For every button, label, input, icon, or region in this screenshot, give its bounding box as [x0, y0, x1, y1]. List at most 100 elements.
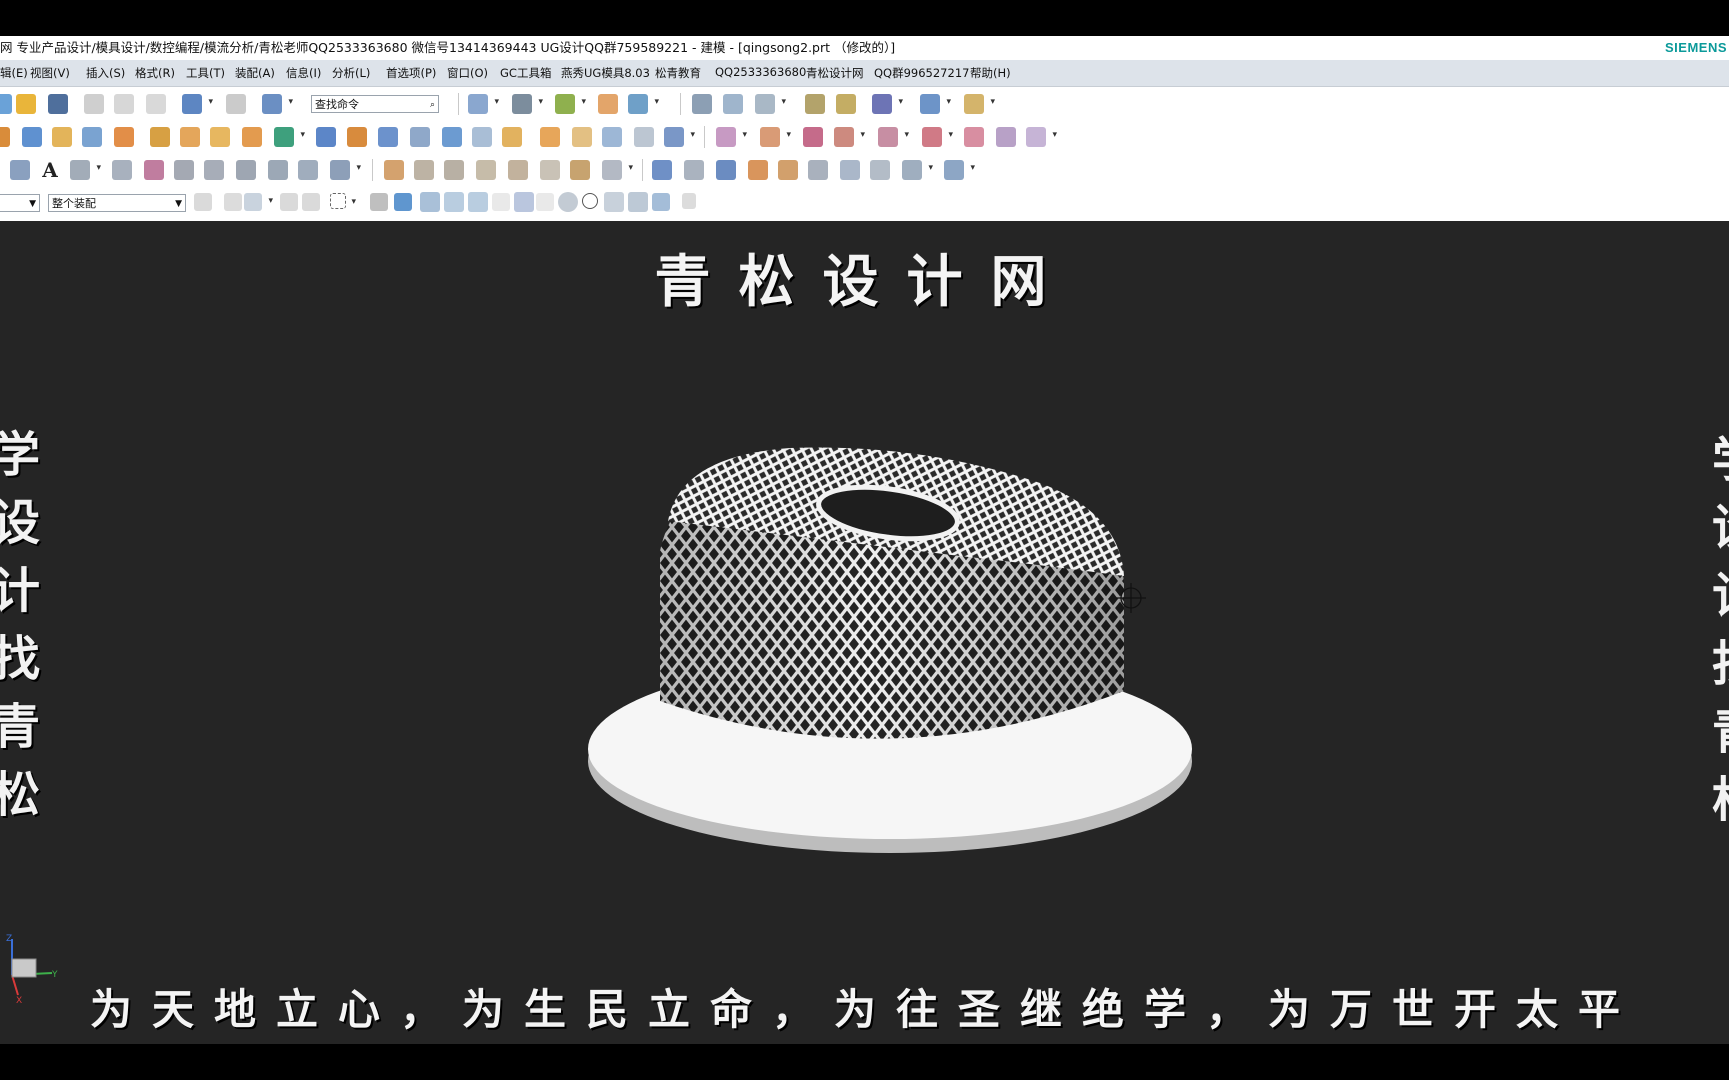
- copy-face-icon[interactable]: [1026, 127, 1057, 147]
- replace-face-icon[interactable]: [834, 127, 865, 147]
- book-icon[interactable]: [316, 127, 336, 147]
- list-icon[interactable]: [682, 193, 696, 209]
- copy-icon[interactable]: [114, 94, 134, 114]
- cylinder-icon[interactable]: [52, 127, 72, 147]
- quadrant-point-icon[interactable]: [582, 193, 598, 209]
- menu-window[interactable]: 窗口(O): [447, 65, 488, 81]
- measure-icon[interactable]: [805, 94, 825, 114]
- analysis-icon[interactable]: [836, 94, 856, 114]
- face-blend-icon[interactable]: [602, 127, 622, 147]
- menu-preferences[interactable]: 首选项(P): [386, 65, 436, 81]
- pocket-icon[interactable]: [180, 127, 200, 147]
- menu-yanxiu-mold[interactable]: 燕秀UG模具8.03: [561, 65, 650, 81]
- polygon-icon[interactable]: [112, 160, 132, 180]
- menu-qq[interactable]: QQ2533363680: [715, 65, 806, 79]
- delete-face-icon[interactable]: [803, 127, 823, 147]
- save-icon[interactable]: [48, 94, 68, 114]
- group-face-icon[interactable]: [996, 127, 1016, 147]
- edge-blend-icon[interactable]: [572, 127, 592, 147]
- project-curve-icon[interactable]: [236, 160, 256, 180]
- hole-icon[interactable]: [114, 127, 134, 147]
- ruler-icon[interactable]: [964, 94, 995, 114]
- paste-icon[interactable]: [146, 94, 166, 114]
- boolean-icon[interactable]: [274, 127, 305, 147]
- sketch-icon[interactable]: [144, 160, 164, 180]
- grid-icon[interactable]: [920, 94, 951, 114]
- ruled-surface-icon[interactable]: [652, 160, 672, 180]
- block-icon[interactable]: [22, 127, 42, 147]
- law-curve-icon[interactable]: [602, 160, 633, 180]
- command-search-input[interactable]: 查找命令 ⌕: [311, 95, 439, 113]
- thicken-icon[interactable]: [410, 127, 430, 147]
- redo-icon[interactable]: [226, 94, 246, 114]
- offset-region-icon[interactable]: [922, 127, 953, 147]
- datum-csys-icon[interactable]: [755, 94, 786, 114]
- menu-view[interactable]: 视图(V): [30, 65, 70, 81]
- curve-mesh-icon[interactable]: [330, 160, 361, 180]
- studio-surface-icon[interactable]: [808, 160, 828, 180]
- unite-icon[interactable]: [242, 127, 262, 147]
- trim-curve-icon[interactable]: [414, 160, 434, 180]
- end-point-icon[interactable]: [444, 192, 464, 212]
- arc-center-icon[interactable]: [558, 192, 578, 212]
- menu-insert[interactable]: 插入(S): [86, 65, 125, 81]
- menu-help[interactable]: 帮助(H): [970, 65, 1011, 81]
- menu-info[interactable]: 信息(I): [286, 65, 321, 81]
- selection-filter-icon[interactable]: [262, 94, 293, 114]
- draft-icon[interactable]: [378, 127, 398, 147]
- offset-curve-icon[interactable]: [174, 160, 194, 180]
- text-tool-icon[interactable]: A: [40, 160, 60, 180]
- solid-select-icon[interactable]: [394, 193, 412, 211]
- menu-edit[interactable]: 辑(E): [0, 65, 28, 81]
- sew-icon[interactable]: [634, 127, 654, 147]
- intersection-point-icon[interactable]: [514, 192, 534, 212]
- point-on-curve-icon[interactable]: [628, 192, 648, 212]
- undo-icon[interactable]: [182, 94, 213, 114]
- patch-icon[interactable]: [664, 127, 695, 147]
- cut-icon[interactable]: [84, 94, 104, 114]
- menu-assembly[interactable]: 装配(A): [235, 65, 275, 81]
- curve-mesh-surface-icon[interactable]: [716, 160, 736, 180]
- control-point-icon[interactable]: [492, 193, 510, 211]
- layer-icon[interactable]: [628, 94, 659, 114]
- split-body-icon[interactable]: [502, 127, 522, 147]
- snap-point-icon[interactable]: [420, 192, 440, 212]
- point-icon[interactable]: [870, 160, 890, 180]
- offset-face-icon[interactable]: [442, 127, 462, 147]
- tangent-point-icon[interactable]: [536, 193, 554, 211]
- redo-select-icon[interactable]: [302, 193, 320, 211]
- fillet-curve-icon[interactable]: [476, 160, 496, 180]
- existing-point-icon[interactable]: [604, 192, 624, 212]
- shaded-sphere-icon[interactable]: [555, 94, 586, 114]
- pattern-icon[interactable]: [210, 127, 230, 147]
- curve-length-icon[interactable]: [384, 160, 404, 180]
- menu-gc-toolbox[interactable]: GC工具箱: [500, 65, 551, 81]
- undo-select-icon[interactable]: [280, 193, 298, 211]
- coordinate-system-icon[interactable]: [723, 94, 743, 114]
- lattice-basket-model[interactable]: [0, 221, 1729, 1044]
- resize-blend-icon[interactable]: [878, 127, 909, 147]
- rectangle-icon[interactable]: [70, 160, 101, 180]
- new-file-icon[interactable]: [0, 94, 12, 114]
- trim-body-icon[interactable]: [472, 127, 492, 147]
- chamfer-icon[interactable]: [540, 127, 560, 147]
- select-all-icon[interactable]: [224, 193, 242, 211]
- point-on-face-icon[interactable]: [652, 193, 670, 211]
- filter-settings-icon[interactable]: [194, 193, 212, 211]
- sheet-icon[interactable]: [540, 160, 560, 180]
- menu-qq-group[interactable]: QQ群996527217: [874, 65, 969, 81]
- boss-icon[interactable]: [150, 127, 170, 147]
- x-form-icon[interactable]: [840, 160, 860, 180]
- through-curves-icon[interactable]: [684, 160, 704, 180]
- render-style-icon[interactable]: [512, 94, 543, 114]
- extract-curve-icon[interactable]: [298, 160, 318, 180]
- pattern-face-icon[interactable]: [964, 127, 984, 147]
- n-sided-icon[interactable]: [778, 160, 798, 180]
- surface-analysis-icon[interactable]: [902, 160, 933, 180]
- part-navigator-icon[interactable]: [692, 94, 712, 114]
- graphics-viewport[interactable]: 青松设计网 学 设 计 找 青 松 学 设 计 找 青 松 为天地立心，为生民立…: [0, 221, 1729, 1044]
- menu-qingsong-site[interactable]: 青松设计网: [806, 65, 864, 81]
- view-select-icon[interactable]: [370, 193, 388, 211]
- menu-format[interactable]: 格式(R): [135, 65, 175, 81]
- mid-point-icon[interactable]: [468, 192, 488, 212]
